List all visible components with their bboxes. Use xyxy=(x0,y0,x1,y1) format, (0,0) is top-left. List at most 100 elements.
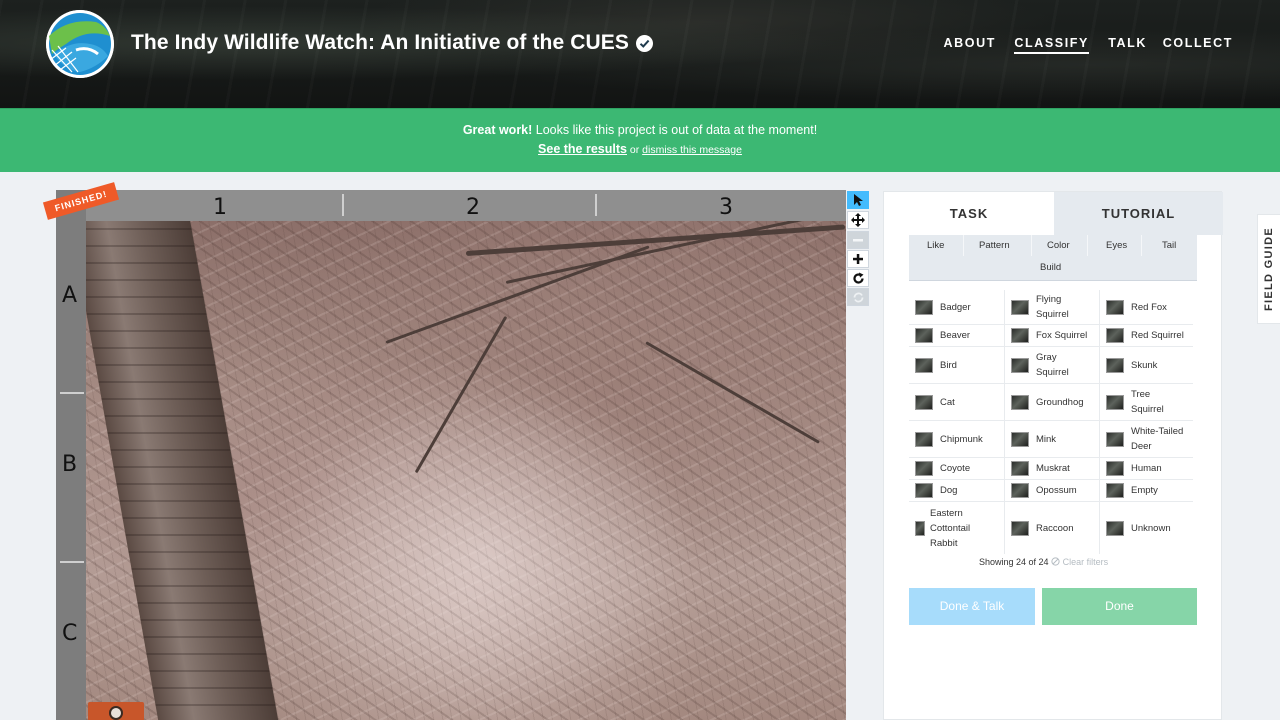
camera-brand-badge xyxy=(88,702,144,720)
done-button[interactable]: Done xyxy=(1042,588,1197,625)
choice-label: Coyote xyxy=(940,463,971,474)
choice-mink[interactable]: Mink xyxy=(1005,421,1099,457)
choice-label: Flying Squirrel xyxy=(1036,294,1069,320)
species-thumbnail xyxy=(1106,357,1124,373)
choice-empty[interactable]: Empty xyxy=(1100,480,1194,501)
species-thumbnail xyxy=(1011,461,1029,476)
nav-about[interactable]: ABOUT xyxy=(944,36,996,50)
choice-chipmunk[interactable]: Chipmunk xyxy=(909,421,1004,457)
species-thumbnail xyxy=(915,483,933,498)
choice-label: Eastern Cottontail Rabbit xyxy=(930,507,971,549)
row-divider xyxy=(60,392,84,394)
choice-red-squirrel[interactable]: Red Squirrel xyxy=(1100,325,1194,346)
choice-label: Fox Squirrel xyxy=(1036,330,1088,341)
filter-color[interactable]: Color xyxy=(1047,240,1070,251)
species-thumbnail xyxy=(915,357,933,373)
banner-or-text: or xyxy=(626,144,643,156)
choice-label: Muskrat xyxy=(1036,463,1070,474)
choice-label: Tree Squirrel xyxy=(1131,389,1164,415)
done-and-talk-button[interactable]: Done & Talk xyxy=(909,588,1035,625)
species-thumbnail xyxy=(915,431,933,447)
row-divider xyxy=(60,561,84,563)
species-thumbnail xyxy=(1106,520,1124,536)
choice-cat[interactable]: Cat xyxy=(909,384,1004,420)
reset-button[interactable] xyxy=(847,288,869,306)
field-guide-label: FIELD GUIDE xyxy=(1263,227,1275,311)
zoom-out-icon xyxy=(853,239,863,242)
filter-divider xyxy=(963,235,964,256)
row-label-a: A xyxy=(62,283,78,308)
choice-label: White-Tailed Deer xyxy=(1131,426,1184,452)
choice-unknown[interactable]: Unknown xyxy=(1100,502,1194,554)
choice-tree-squirrel[interactable]: Tree Squirrel xyxy=(1100,384,1194,420)
camera-logo-icon xyxy=(109,706,123,720)
choice-fox-squirrel[interactable]: Fox Squirrel xyxy=(1005,325,1099,346)
filter-like[interactable]: Like xyxy=(927,240,944,251)
filter-tail[interactable]: Tail xyxy=(1162,240,1176,251)
tab-tutorial[interactable]: TUTORIAL xyxy=(1054,192,1223,235)
move-icon xyxy=(851,213,865,227)
dismiss-message-link[interactable]: dismiss this message xyxy=(642,144,742,156)
choice-muskrat[interactable]: Muskrat xyxy=(1005,458,1099,479)
choice-label: Dog xyxy=(940,485,958,496)
move-tool-button[interactable] xyxy=(847,211,869,229)
choice-beaver[interactable]: Beaver xyxy=(909,325,1004,346)
nav-classify[interactable]: CLASSIFY xyxy=(1014,36,1089,54)
choice-red-fox[interactable]: Red Fox xyxy=(1100,290,1194,324)
choice-human[interactable]: Human xyxy=(1100,458,1194,479)
project-logo[interactable] xyxy=(46,10,114,78)
filter-divider xyxy=(1087,235,1088,256)
filter-build[interactable]: Build xyxy=(1040,262,1061,273)
rotate-button[interactable] xyxy=(847,269,869,287)
filter-eyes[interactable]: Eyes xyxy=(1106,240,1127,251)
choice-label: Empty xyxy=(1131,485,1158,496)
choice-label: Raccoon xyxy=(1036,522,1074,534)
choice-white-tailed-deer[interactable]: White-Tailed Deer xyxy=(1100,421,1194,457)
clear-filters-link[interactable]: Clear filters xyxy=(1051,557,1108,567)
choice-dog[interactable]: Dog xyxy=(909,480,1004,501)
species-thumbnail xyxy=(915,394,933,410)
choice-label: Mink xyxy=(1036,433,1057,445)
choice-eastern-cottontail-rabbit[interactable]: Eastern Cottontail Rabbit xyxy=(909,502,1004,554)
characteristic-filters: Like Pattern Color Eyes Tail Build xyxy=(909,235,1197,281)
choice-label: Cat xyxy=(940,396,955,408)
species-thumbnail xyxy=(1011,328,1029,343)
species-thumbnail xyxy=(1106,483,1124,498)
species-thumbnail xyxy=(1011,299,1029,315)
subject-viewer: 1 2 3 A B C xyxy=(56,190,846,720)
choice-raccoon[interactable]: Raccoon xyxy=(1005,502,1099,554)
zoom-in-icon xyxy=(853,254,863,264)
species-thumbnail xyxy=(915,328,933,343)
tab-task[interactable]: TASK xyxy=(884,192,1054,235)
clear-filters-label: Clear filters xyxy=(1062,557,1109,567)
choice-skunk[interactable]: Skunk xyxy=(1100,347,1194,383)
choice-label: Human xyxy=(1131,463,1162,474)
choice-label: Red Squirrel xyxy=(1131,330,1184,341)
row-label-c: C xyxy=(62,621,78,646)
field-guide-tab[interactable]: FIELD GUIDE xyxy=(1257,214,1280,324)
nav-talk[interactable]: TALK xyxy=(1108,36,1147,50)
rotate-icon xyxy=(852,272,864,284)
sunlit-patch xyxy=(276,391,696,720)
see-results-link[interactable]: See the results xyxy=(538,142,627,156)
pointer-tool-button[interactable] xyxy=(847,191,869,209)
choice-gray-squirrel[interactable]: Gray Squirrel xyxy=(1005,347,1099,383)
choice-opossum[interactable]: Opossum xyxy=(1005,480,1099,501)
zoom-in-button[interactable] xyxy=(847,250,869,268)
choice-badger[interactable]: Badger xyxy=(909,290,1004,324)
choice-label: Gray Squirrel xyxy=(1036,352,1069,378)
choice-groundhog[interactable]: Groundhog xyxy=(1005,384,1099,420)
row-label-b: B xyxy=(62,452,78,477)
choice-bird[interactable]: Bird xyxy=(909,347,1004,383)
project-title[interactable]: The Indy Wildlife Watch: An Initiative o… xyxy=(131,31,629,55)
species-thumbnail xyxy=(915,461,933,476)
choice-coyote[interactable]: Coyote xyxy=(909,458,1004,479)
grid-column-labels: 1 2 3 xyxy=(86,190,846,221)
filter-pattern[interactable]: Pattern xyxy=(979,240,1010,251)
zoom-out-button[interactable] xyxy=(847,231,869,249)
choice-flying-squirrel[interactable]: Flying Squirrel xyxy=(1005,290,1099,324)
subject-image[interactable] xyxy=(86,221,846,720)
species-thumbnail xyxy=(1106,328,1124,343)
banner-links-line: See the results or dismiss this message xyxy=(0,142,1280,156)
nav-collect[interactable]: COLLECT xyxy=(1163,36,1233,50)
